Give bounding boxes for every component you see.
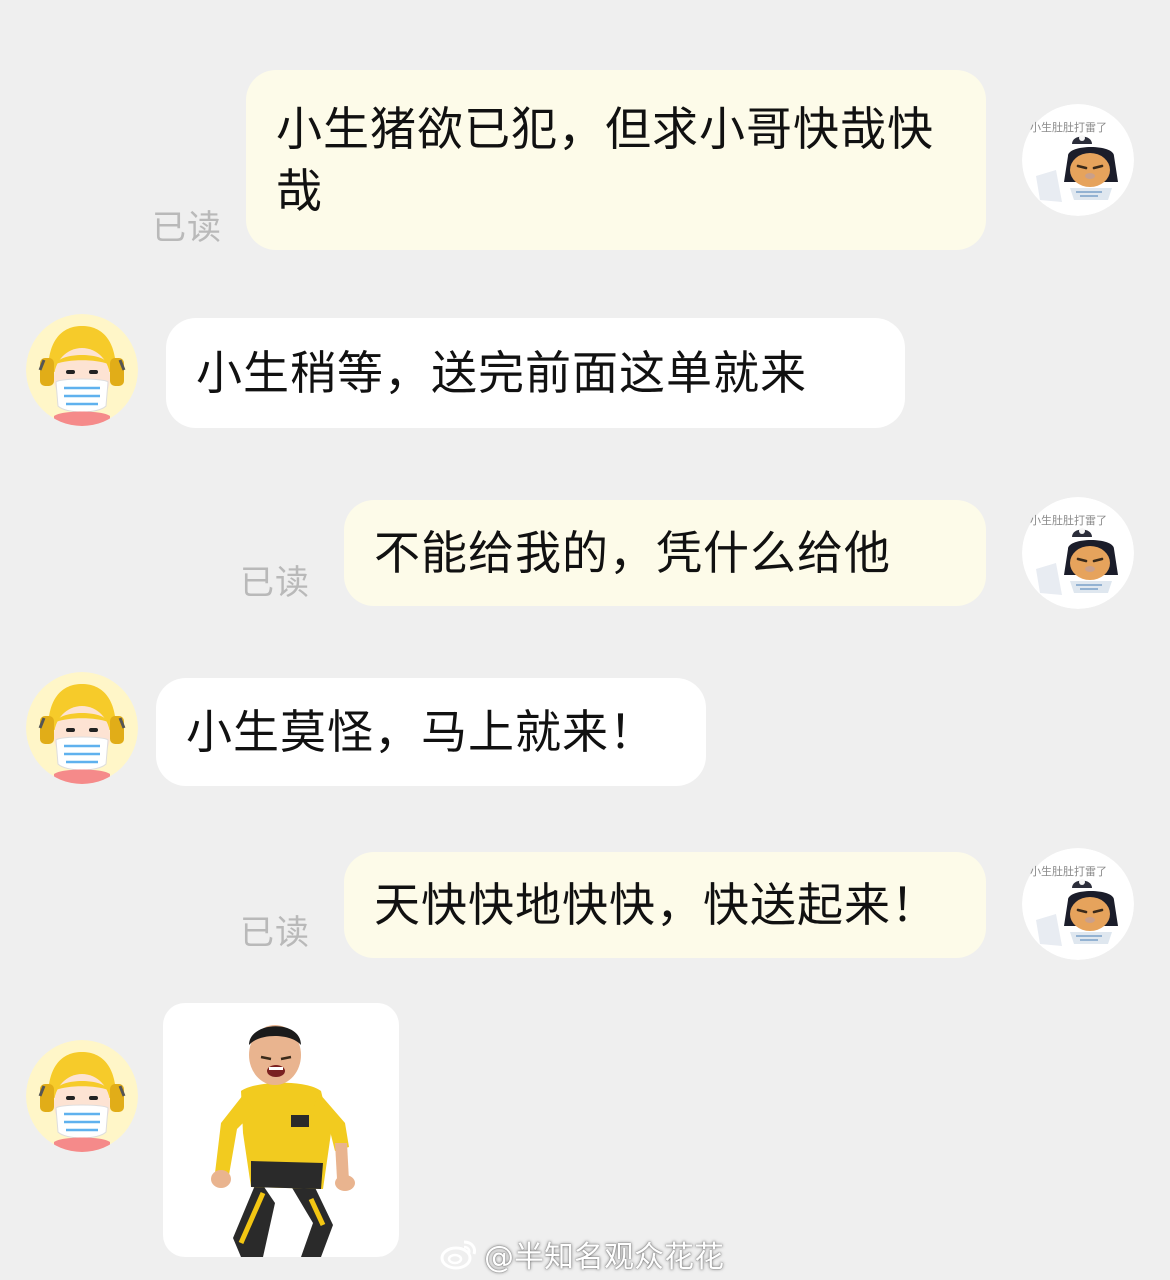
courier-avatar[interactable] [26, 672, 138, 784]
read-status: 已读 [240, 563, 310, 603]
message-bubble-outgoing[interactable]: 不能给我的，凭什么给他 [344, 500, 986, 606]
avatar-caption: 小生肚肚打雷了 [1030, 121, 1107, 134]
message-bubble-outgoing[interactable]: 小生猪欲已犯，但求小哥快哉快哉 [246, 70, 986, 250]
courier-helmet-avatar-icon [26, 314, 138, 426]
message-bubble-incoming[interactable]: 小生稍等，送完前面这单就来 [166, 318, 905, 428]
running-man-image [211, 1025, 355, 1257]
courier-helmet-avatar-icon [26, 672, 138, 784]
watermark: @半知名观众花花 [440, 1232, 724, 1276]
courier-avatar[interactable] [26, 314, 138, 426]
courier-helmet-avatar-icon [26, 1040, 138, 1152]
weibo-icon [440, 1240, 476, 1270]
watermark-text: @半知名观众花花 [484, 1240, 724, 1275]
courier-avatar[interactable] [26, 1040, 138, 1152]
message-bubble-incoming[interactable]: 小生莫怪，马上就来！ [156, 678, 706, 786]
running-courier-sticker[interactable] [163, 1003, 399, 1257]
read-status: 已读 [240, 913, 310, 953]
avatar-caption: 小生肚肚打雷了 [1030, 514, 1107, 527]
read-status: 已读 [152, 208, 222, 248]
avatar-caption: 小生肚肚打雷了 [1030, 865, 1107, 878]
message-bubble-outgoing[interactable]: 天快快地快快，快送起来！ [344, 852, 986, 958]
